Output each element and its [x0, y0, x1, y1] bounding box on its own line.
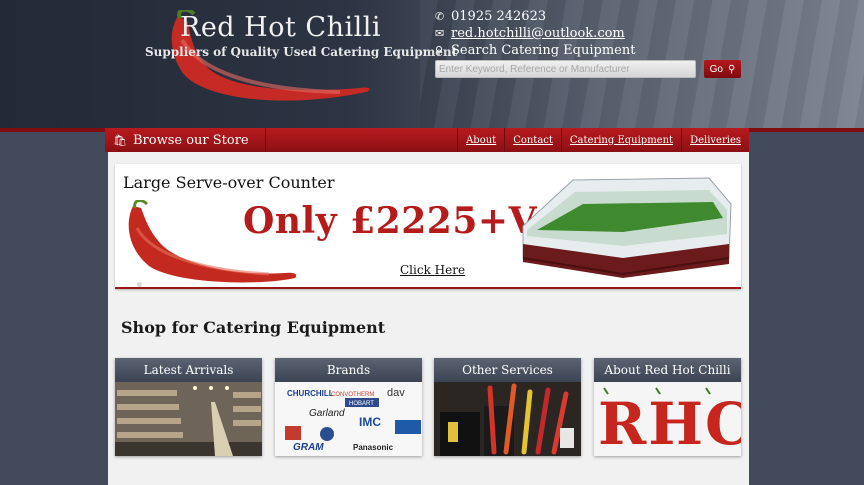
tile-title: Other Services [434, 358, 581, 382]
tile-title: About Red Hot Chilli [594, 358, 741, 382]
email-link[interactable]: red.hotchilli@outlook.com [451, 26, 625, 41]
tile-about-red-hot-chilli[interactable]: About Red Hot Chilli RHC [594, 358, 741, 456]
brand-logo-hobart: HOBART [349, 401, 374, 407]
brand-logo-convotherm: CONVOTHERM [331, 392, 374, 398]
contact-block: ✆ 01925 242623 ✉ red.hotchilli@outlook.c… [435, 8, 635, 59]
promo-click-here-link[interactable]: Click Here [400, 263, 465, 277]
brand-logo-gram: GRAM [293, 442, 324, 453]
phone-icon: ✆ [435, 10, 445, 23]
warehouse-image [115, 382, 262, 456]
tile-latest-arrivals[interactable]: Latest Arrivals [115, 358, 262, 456]
main-content: Large Serve-over Counter Only £2225+VAT … [108, 152, 749, 485]
go-label: Go [709, 63, 723, 75]
brand-logo-dav: dav [387, 387, 405, 399]
search-label: Search Catering Equipment [451, 43, 636, 58]
brand-logos-image: CHURCHILL Garland IMC GRAM Panasonic dav… [275, 382, 422, 456]
tool-bag-image [434, 382, 581, 456]
brand-logo-panasonic: Panasonic [353, 443, 394, 452]
search-placeholder: Enter Keyword, Reference or Manufacturer [439, 64, 630, 75]
tile-title: Brands [275, 358, 422, 382]
browse-store-button[interactable]: 🛍 Browse our Store [105, 128, 266, 152]
brand-logo-imc: IMC [359, 415, 381, 429]
search-icon: ⚲ [435, 44, 444, 57]
basket-icon: 🛍 [113, 133, 127, 147]
tile-brands[interactable]: Brands CHURCHILL Garland IMC GRAM Panaso… [275, 358, 422, 456]
phone-number: 01925 242623 [451, 9, 547, 24]
tile-other-services[interactable]: Other Services [434, 358, 581, 456]
search-label-row: ⚲ Search Catering Equipment [435, 42, 635, 59]
email-row[interactable]: ✉ red.hotchilli@outlook.com [435, 25, 635, 42]
search-input[interactable]: Enter Keyword, Reference or Manufacturer [435, 60, 696, 78]
rhc-chillies-image: RHC [594, 382, 741, 456]
magnifier-icon: ⚲ [728, 63, 736, 75]
nav-link-contact[interactable]: Contact [504, 128, 561, 152]
nav-link-deliveries[interactable]: Deliveries [681, 128, 749, 152]
brand-logo-garland: Garland [309, 408, 345, 419]
tile-title: Latest Arrivals [115, 358, 262, 382]
rhc-letters: RHC [598, 390, 741, 456]
site-title[interactable]: Red Hot Chilli [180, 12, 381, 43]
nav-link-catering-equipment[interactable]: Catering Equipment [560, 128, 681, 152]
promo-banner[interactable]: Large Serve-over Counter Only £2225+VAT … [115, 164, 741, 289]
serve-over-counter-image [522, 177, 732, 278]
brand-logo-churchill: CHURCHILL [287, 389, 334, 398]
browse-store-label: Browse our Store [132, 132, 249, 148]
promo-title: Large Serve-over Counter [123, 173, 335, 192]
search-go-button[interactable]: Go ⚲ [704, 60, 741, 78]
main-nav: 🛍 Browse our Store About Contact Caterin… [105, 128, 749, 152]
slider-dot[interactable] [137, 282, 142, 287]
nav-links: About Contact Catering Equipment Deliver… [457, 128, 749, 152]
site-subtitle: Suppliers of Quality Used Catering Equip… [145, 45, 458, 59]
nav-link-about[interactable]: About [457, 128, 504, 152]
phone-row: ✆ 01925 242623 [435, 8, 635, 25]
section-title: Shop for Catering Equipment [121, 318, 386, 337]
mail-icon: ✉ [435, 27, 445, 40]
